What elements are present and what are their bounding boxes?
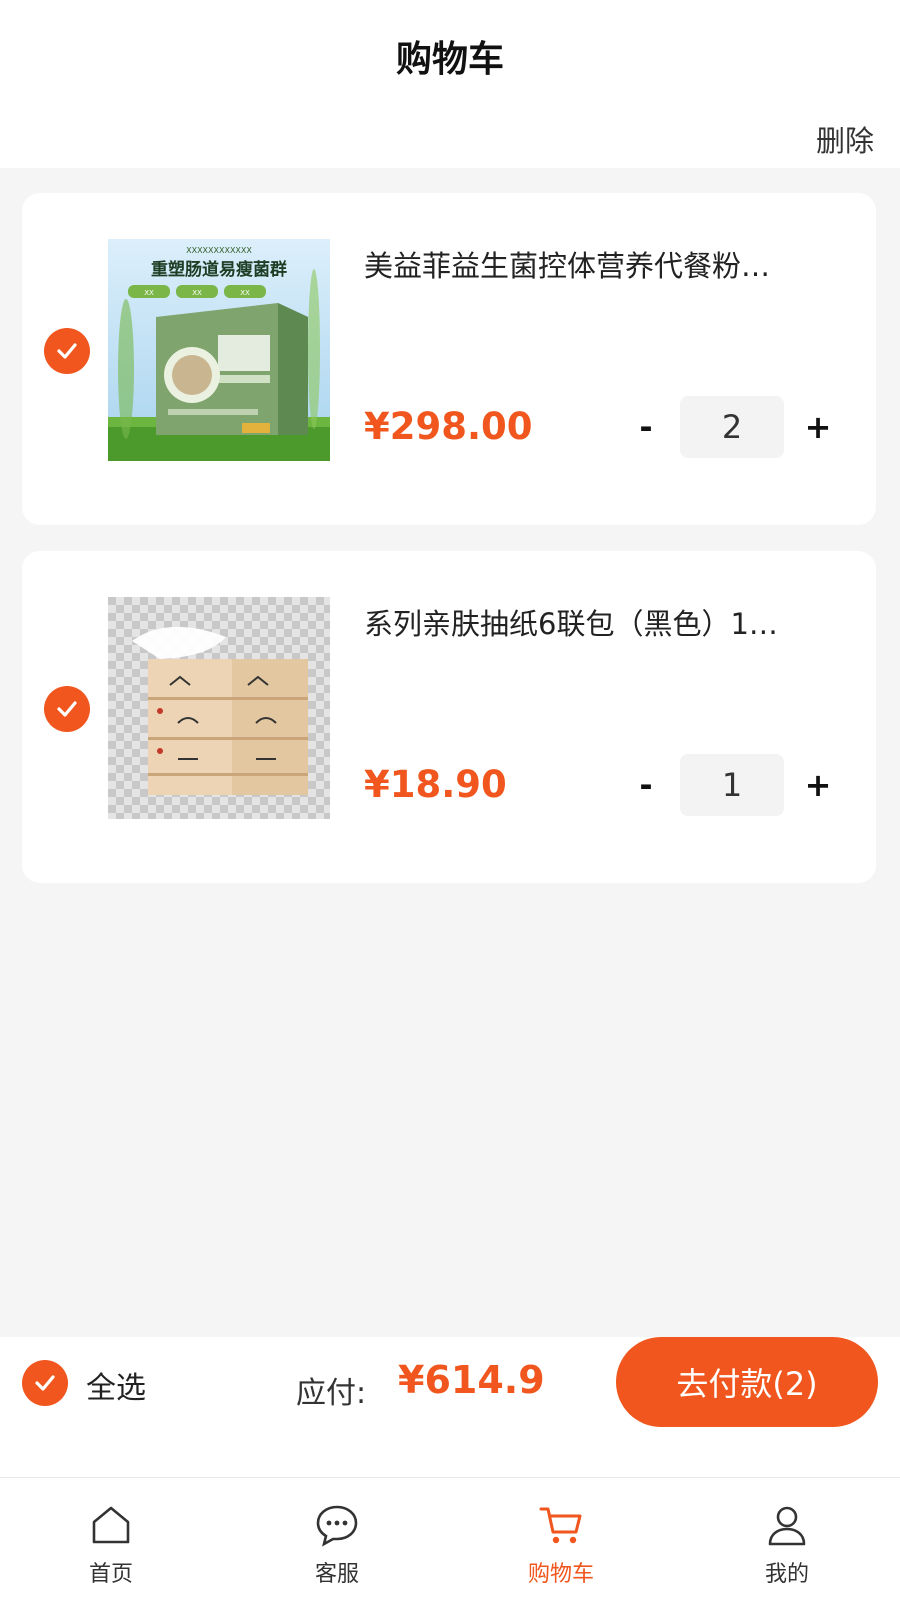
- quantity-stepper: - 2 +: [622, 396, 844, 458]
- select-all-checkbox[interactable]: [22, 1360, 68, 1406]
- product-name[interactable]: 美益菲益生菌控体营养代餐粉…: [364, 243, 844, 285]
- chat-icon: [316, 1505, 358, 1547]
- quantity-stepper: - 1 +: [622, 754, 844, 816]
- bottom-tab-bar: 首页 客服 购物车 我的: [0, 1477, 900, 1600]
- decrease-quantity-button[interactable]: -: [622, 396, 670, 458]
- cart-item: XXXXXXXXXXXX 重塑肠道易瘦菌群 XX XX XX 美益菲益生菌控体营…: [22, 193, 876, 525]
- svg-text:XX: XX: [144, 289, 154, 297]
- item-checkbox[interactable]: [44, 686, 90, 732]
- checkmark-icon: [57, 701, 77, 717]
- item-checkbox[interactable]: [44, 328, 90, 374]
- tab-cart[interactable]: 购物车: [486, 1478, 636, 1600]
- decrease-quantity-button[interactable]: -: [622, 754, 670, 816]
- select-all-label[interactable]: 全选: [86, 1363, 146, 1407]
- home-icon: [92, 1506, 130, 1544]
- svg-text:XX: XX: [192, 289, 202, 297]
- checkmark-icon: [35, 1375, 55, 1391]
- page-title: 购物车: [395, 39, 504, 80]
- cart-icon: [539, 1507, 582, 1544]
- cart-list: XXXXXXXXXXXX 重塑肠道易瘦菌群 XX XX XX 美益菲益生菌控体营…: [22, 193, 876, 909]
- increase-quantity-button[interactable]: +: [794, 396, 842, 458]
- tab-label: 我的: [764, 1562, 809, 1587]
- checkmark-icon: [57, 343, 77, 359]
- product-image-probiotic[interactable]: XXXXXXXXXXXX 重塑肠道易瘦菌群 XX XX XX: [108, 239, 330, 461]
- product-price: ¥298.00: [364, 405, 533, 448]
- total-label: 应付:: [296, 1376, 367, 1411]
- product-name[interactable]: 系列亲肤抽纸6联包（黑色）1…: [364, 601, 844, 643]
- svg-text:XXXXXXXXXXXX: XXXXXXXXXXXX: [186, 246, 252, 255]
- tab-profile[interactable]: 我的: [712, 1478, 862, 1600]
- checkout-bar: 全选 应付: ¥614.9 去付款(2): [0, 1337, 900, 1477]
- delete-button[interactable]: 删除: [816, 118, 874, 160]
- checkout-button[interactable]: 去付款(2): [616, 1337, 878, 1427]
- svg-text:重塑肠道易瘦菌群: 重塑肠道易瘦菌群: [151, 259, 287, 280]
- increase-quantity-button[interactable]: +: [794, 754, 842, 816]
- tab-home[interactable]: 首页: [36, 1478, 186, 1600]
- tab-label: 购物车: [527, 1562, 594, 1587]
- quantity-input[interactable]: 1: [680, 754, 784, 816]
- header: 购物车 删除: [0, 0, 900, 168]
- user-icon: [768, 1506, 806, 1546]
- cart-item: 系列亲肤抽纸6联包（黑色）1… ¥18.90 - 1 +: [22, 551, 876, 883]
- product-price: ¥18.90: [364, 763, 507, 806]
- tab-label: 客服: [314, 1562, 359, 1587]
- tab-label: 首页: [88, 1562, 133, 1587]
- svg-text:XX: XX: [240, 289, 250, 297]
- tab-customer-service[interactable]: 客服: [262, 1478, 412, 1600]
- total-amount: ¥614.9: [398, 1358, 545, 1402]
- product-image-tissue[interactable]: [108, 597, 330, 819]
- quantity-input[interactable]: 2: [680, 396, 784, 458]
